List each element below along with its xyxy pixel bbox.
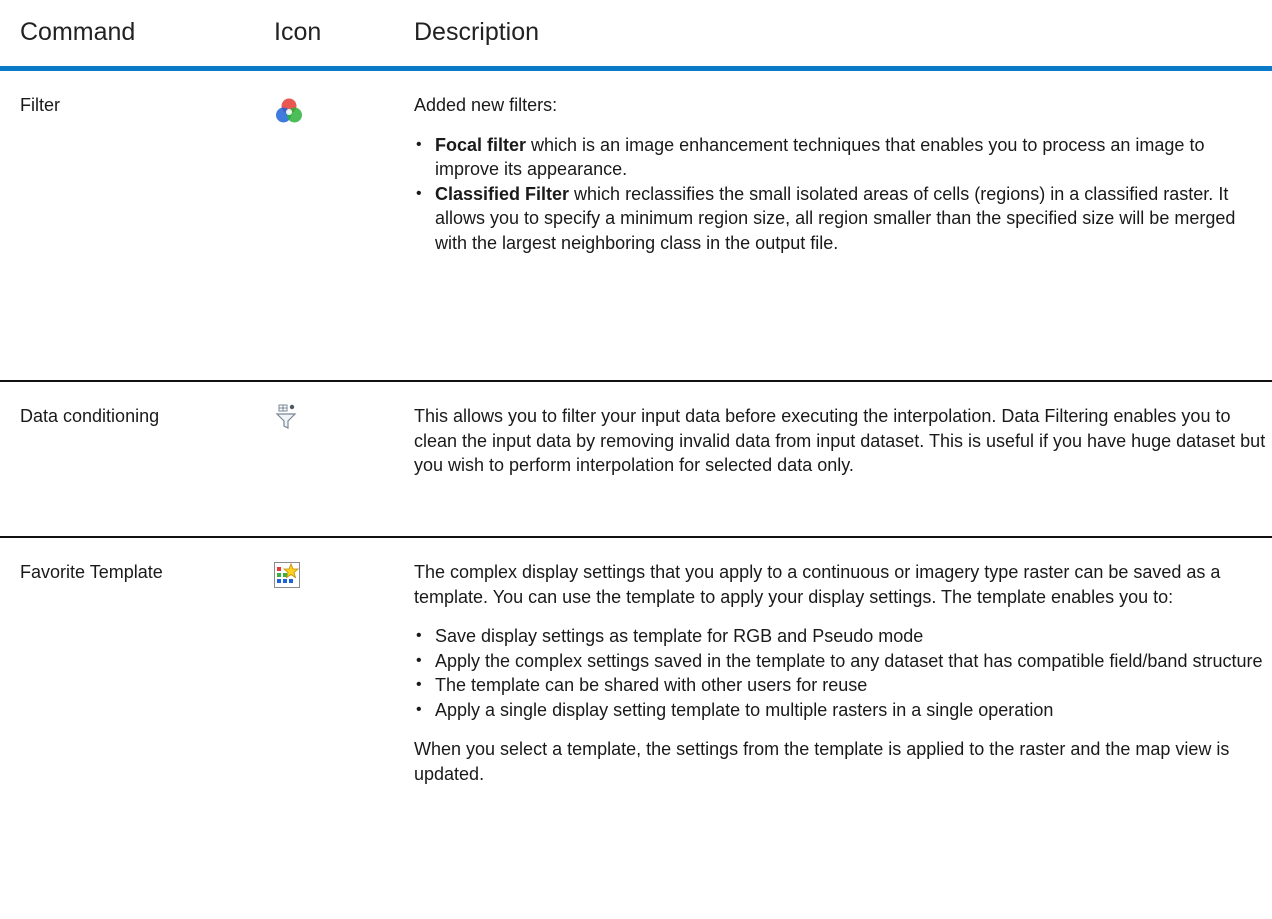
command-name: Data conditioning (20, 406, 160, 426)
data-conditioning-funnel-icon (274, 404, 298, 435)
description: The complex display settings that you ap… (414, 538, 1266, 786)
table-row-data-conditioning: Data conditioning This allows you to fil… (0, 382, 1272, 538)
description-outro: When you select a template, the settings… (414, 739, 1230, 784)
description-text: This allows you to filter your input dat… (414, 406, 1266, 475)
header-description: Description (414, 18, 540, 46)
bullet-list: Focal filter which is an image enhanceme… (414, 133, 1266, 256)
filter-color-circles-icon (274, 97, 304, 130)
list-item: Classified Filter which reclassifies the… (414, 182, 1266, 256)
list-item: Save display settings as template for RG… (414, 624, 1266, 649)
description: This allows you to filter your input dat… (414, 382, 1266, 478)
command-name: Favorite Template (20, 562, 163, 582)
list-item: Focal filter which is an image enhanceme… (414, 133, 1266, 182)
bullet-list: Save display settings as template for RG… (414, 624, 1266, 722)
list-item: Apply a single display setting template … (414, 698, 1266, 723)
bullet-term: Classified Filter (435, 183, 570, 204)
header-command: Command (20, 18, 136, 46)
description-intro: The complex display settings that you ap… (414, 562, 1221, 607)
description: Added new filters: Focal filter which is… (414, 71, 1266, 255)
favorite-template-star-icon (274, 562, 300, 593)
header-icon: Icon (274, 18, 322, 46)
table-row-filter: Filter Added new filters: Focal filter w… (0, 71, 1272, 382)
bullet-term: Focal filter (435, 134, 527, 155)
bullet-text: which is an image enhancement techniques… (435, 134, 1205, 180)
commands-table: Command Icon Description Filter Added ne… (0, 0, 1272, 786)
list-item: Apply the complex settings saved in the … (414, 649, 1266, 674)
table-row-favorite-template: Favorite Template The complex display se… (0, 538, 1272, 786)
list-item: The template can be shared with other us… (414, 673, 1266, 698)
description-intro: Added new filters: (414, 95, 558, 115)
table-header: Command Icon Description (0, 0, 1272, 71)
command-name: Filter (20, 95, 60, 115)
